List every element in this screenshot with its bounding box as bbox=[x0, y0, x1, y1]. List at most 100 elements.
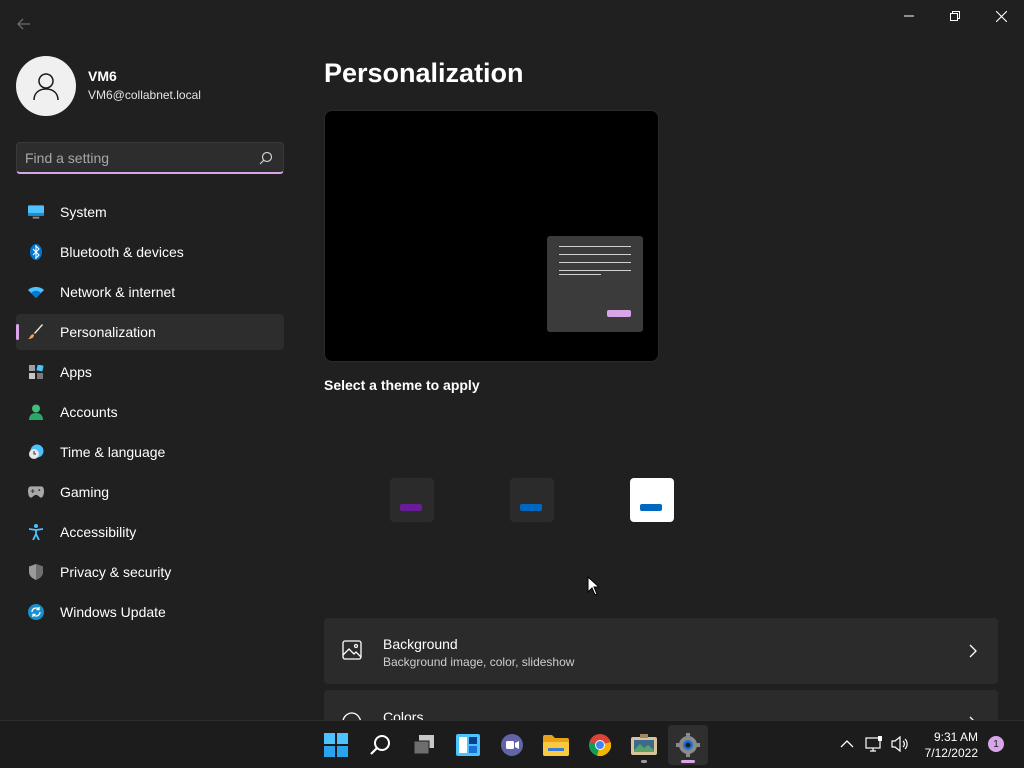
search-input[interactable] bbox=[25, 147, 245, 169]
widgets-icon bbox=[456, 734, 480, 756]
search-icon[interactable] bbox=[259, 151, 273, 165]
wifi-icon bbox=[28, 284, 44, 300]
sidebar-item-privacy[interactable]: Privacy & security bbox=[16, 554, 284, 590]
sidebar-item-system[interactable]: System bbox=[16, 194, 284, 230]
sidebar-item-bluetooth[interactable]: Bluetooth & devices bbox=[16, 234, 284, 270]
sidebar-item-accessibility[interactable]: Accessibility bbox=[16, 514, 284, 550]
theme-accent-bar bbox=[640, 504, 662, 511]
taskbar-clock[interactable]: 9:31 AM 7/12/2022 bbox=[914, 729, 978, 761]
sidebar-item-label: Accounts bbox=[60, 404, 118, 420]
preview-line bbox=[559, 270, 631, 271]
folder-icon bbox=[543, 735, 569, 756]
card-title: Colors bbox=[383, 709, 424, 720]
task-view-icon bbox=[413, 735, 434, 755]
app-button[interactable] bbox=[624, 725, 664, 765]
windows-logo-icon bbox=[324, 733, 348, 757]
widgets-button[interactable] bbox=[448, 725, 488, 765]
file-explorer-button[interactable] bbox=[536, 725, 576, 765]
sidebar-nav: System Bluetooth & devices Network & int… bbox=[16, 194, 284, 634]
card-subtitle: Background image, color, slideshow bbox=[383, 655, 575, 669]
card-title: Background bbox=[383, 636, 458, 652]
theme-light[interactable] bbox=[630, 478, 674, 522]
start-button[interactable] bbox=[316, 725, 356, 765]
sidebar-item-windows-update[interactable]: Windows Update bbox=[16, 594, 284, 630]
maximize-icon bbox=[950, 11, 960, 21]
sidebar-item-label: Personalization bbox=[60, 324, 156, 340]
taskbar: 9:31 AM 7/12/2022 1 bbox=[0, 720, 1024, 768]
sidebar-item-personalization[interactable]: Personalization bbox=[16, 314, 284, 350]
update-icon bbox=[28, 604, 44, 620]
close-button[interactable] bbox=[978, 0, 1024, 32]
clock-date: 7/12/2022 bbox=[924, 746, 978, 760]
search-icon bbox=[370, 735, 390, 755]
shield-icon bbox=[28, 564, 44, 580]
task-view-button[interactable] bbox=[404, 725, 444, 765]
preview-accent-button bbox=[607, 310, 631, 317]
sidebar-item-label: Gaming bbox=[60, 484, 110, 500]
theme-dark-purple[interactable] bbox=[390, 478, 434, 522]
user-profile[interactable]: VM6 VM6@collabnet.local bbox=[16, 56, 296, 118]
title-bar bbox=[0, 0, 1024, 40]
maximize-button[interactable] bbox=[932, 0, 978, 32]
settings-gear-icon bbox=[676, 733, 700, 757]
profile-email: VM6@collabnet.local bbox=[88, 88, 201, 102]
volume-button[interactable] bbox=[891, 735, 909, 753]
preview-window bbox=[547, 236, 643, 332]
network-icon bbox=[865, 736, 882, 752]
theme-section-title: Select a theme to apply bbox=[324, 377, 480, 393]
sidebar-item-accounts[interactable]: Accounts bbox=[16, 394, 284, 430]
search-button[interactable] bbox=[360, 725, 400, 765]
theme-accent-bar bbox=[520, 504, 542, 511]
show-hidden-icons-button[interactable] bbox=[838, 735, 856, 753]
sidebar-item-network[interactable]: Network & internet bbox=[16, 274, 284, 310]
volume-icon bbox=[891, 736, 908, 752]
minimize-button[interactable] bbox=[886, 0, 932, 32]
network-status-button[interactable] bbox=[865, 735, 883, 753]
clock-globe-icon bbox=[28, 444, 44, 460]
sidebar-item-label: Windows Update bbox=[60, 604, 166, 620]
main-content: Personalization Select a theme to apply … bbox=[324, 40, 1000, 720]
sidebar-item-label: System bbox=[60, 204, 107, 220]
back-arrow-icon bbox=[17, 18, 30, 30]
teams-chat-button[interactable] bbox=[492, 725, 532, 765]
chrome-button[interactable] bbox=[580, 725, 620, 765]
theme-accent-bar bbox=[400, 504, 422, 511]
accessibility-icon bbox=[28, 524, 44, 540]
theme-preview bbox=[324, 110, 659, 362]
running-indicator bbox=[641, 760, 647, 763]
palette-icon bbox=[342, 712, 362, 720]
profile-name: VM6 bbox=[88, 68, 117, 84]
active-indicator bbox=[681, 760, 695, 763]
chevron-up-icon bbox=[840, 740, 854, 748]
sidebar: VM6 VM6@collabnet.local System Bluetooth… bbox=[0, 40, 300, 720]
sidebar-item-label: Apps bbox=[60, 364, 92, 380]
settings-button[interactable] bbox=[668, 725, 708, 765]
sidebar-item-label: Time & language bbox=[60, 444, 166, 460]
search-box[interactable] bbox=[16, 142, 284, 174]
clock-time: 9:31 AM bbox=[933, 730, 978, 744]
apps-icon bbox=[28, 364, 44, 380]
bluetooth-icon bbox=[28, 244, 44, 260]
page-title: Personalization bbox=[324, 58, 524, 88]
avatar[interactable] bbox=[16, 56, 76, 116]
preview-line bbox=[559, 254, 631, 255]
close-icon bbox=[995, 10, 1007, 22]
colors-setting-card[interactable]: Colors bbox=[324, 690, 998, 720]
preview-line bbox=[559, 262, 631, 263]
monitor-icon bbox=[28, 204, 44, 220]
chevron-right-icon bbox=[969, 644, 977, 658]
sidebar-item-apps[interactable]: Apps bbox=[16, 354, 284, 390]
back-button[interactable] bbox=[8, 8, 40, 40]
sidebar-item-time-language[interactable]: Time & language bbox=[16, 434, 284, 470]
theme-dark-blue[interactable] bbox=[510, 478, 554, 522]
background-setting-card[interactable]: Background Background image, color, slid… bbox=[324, 618, 998, 684]
person-icon bbox=[28, 404, 44, 420]
preview-line bbox=[559, 274, 601, 275]
paintbrush-icon bbox=[28, 324, 44, 340]
sidebar-item-gaming[interactable]: Gaming bbox=[16, 474, 284, 510]
sidebar-item-label: Network & internet bbox=[60, 284, 176, 300]
notification-badge[interactable]: 1 bbox=[988, 736, 1004, 752]
image-icon bbox=[342, 640, 362, 660]
preview-line bbox=[559, 246, 631, 247]
minimize-icon bbox=[904, 15, 914, 17]
